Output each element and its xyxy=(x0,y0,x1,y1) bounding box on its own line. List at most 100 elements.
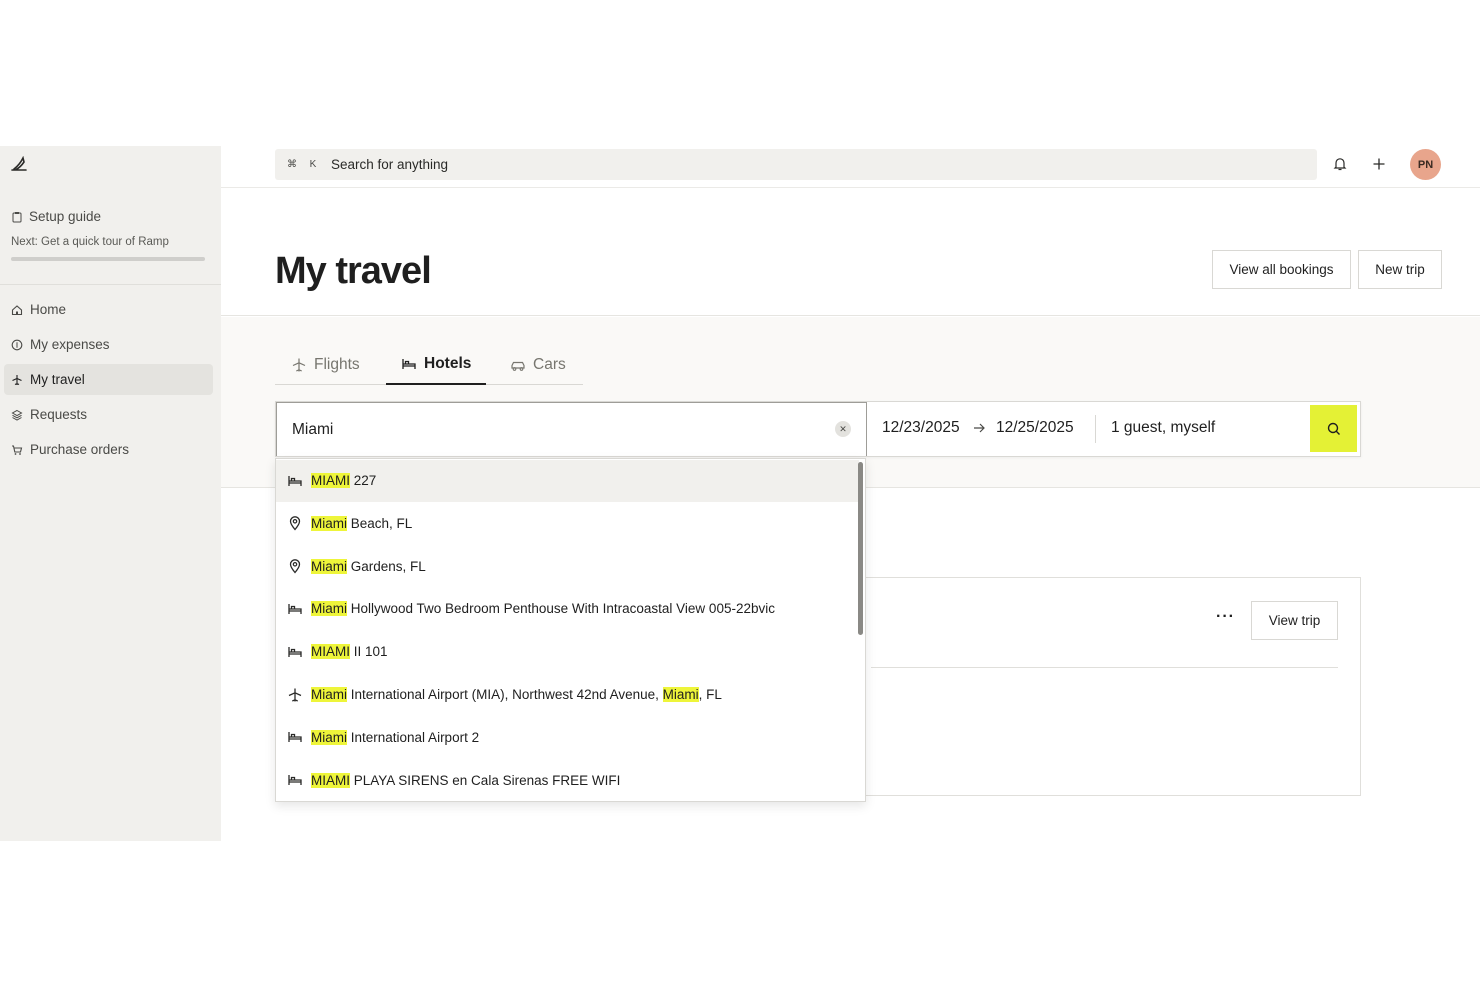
bed-icon xyxy=(402,358,416,369)
match-highlight: Miami xyxy=(311,558,347,574)
suggestion-item[interactable]: Miami Hollywood Two Bedroom Penthouse Wi… xyxy=(276,588,859,630)
setup-guide-link[interactable]: Setup guide xyxy=(11,209,101,224)
tab-label: Flights xyxy=(314,355,360,373)
tab-cars[interactable]: Cars xyxy=(510,344,566,385)
sidebar-nav: Home My expenses My travel Requests Purc… xyxy=(4,294,213,469)
sidebar-item-label: Home xyxy=(30,302,67,317)
suggestion-item[interactable]: Miami Beach, FL xyxy=(276,502,859,544)
search-placeholder: Search for anything xyxy=(331,157,449,172)
suggestion-label: Miami International Airport (MIA), North… xyxy=(311,687,722,702)
car-icon xyxy=(511,361,525,371)
suggestion-label: Miami Beach, FL xyxy=(311,515,413,531)
match-highlight: Miami xyxy=(311,601,347,617)
suggestion-text: , FL xyxy=(698,687,722,702)
bed-icon xyxy=(288,646,302,657)
match-highlight: MIAMI xyxy=(311,644,350,660)
dollar-circle-icon xyxy=(11,339,23,350)
tab-hotels[interactable]: Hotels xyxy=(386,344,487,385)
setup-next-step: Next: Get a quick tour of Ramp xyxy=(11,236,169,248)
search-icon xyxy=(1327,422,1340,435)
guests-field[interactable]: 1 guest, myself xyxy=(1111,419,1215,437)
sidebar-divider xyxy=(0,284,221,285)
match-highlight: Miami xyxy=(662,687,699,702)
setup-guide-label: Setup guide xyxy=(29,209,102,224)
sidebar-item-requests[interactable]: Requests xyxy=(4,399,213,430)
match-highlight: MIAMI xyxy=(311,473,350,488)
sidebar-item-my-travel[interactable]: My travel xyxy=(4,364,213,395)
global-search[interactable]: ⌘ K Search for anything xyxy=(275,149,1317,180)
suggestion-item[interactable]: MIAMI 227 xyxy=(276,459,859,502)
suggestion-text: II 101 xyxy=(350,644,388,660)
search-button[interactable] xyxy=(1310,405,1357,452)
bed-icon xyxy=(288,475,302,486)
sidebar-item-label: Purchase orders xyxy=(30,442,130,457)
top-bar: ⌘ K Search for anything PN xyxy=(221,146,1480,188)
suggestion-text: PLAYA SIRENS en Cala Sirenas FREE WIFI xyxy=(350,772,621,788)
bed-icon xyxy=(288,732,302,743)
map-pin-icon xyxy=(289,516,301,531)
ramp-logo-icon[interactable] xyxy=(11,156,29,172)
tab-flights[interactable]: Flights xyxy=(291,344,360,385)
new-trip-button[interactable]: New trip xyxy=(1358,250,1442,289)
suggestion-text: Gardens, FL xyxy=(347,558,426,574)
suggestion-text: Hollywood Two Bedroom Penthouse With Int… xyxy=(347,601,775,617)
plane-icon xyxy=(288,688,302,702)
suggestion-item[interactable]: MIAMI II 101 xyxy=(276,631,859,673)
hotel-search-form: Miami ✕ 12/23/2025 12/25/2025 1 guest, m… xyxy=(275,401,1361,457)
setup-progress-bar xyxy=(11,257,205,261)
bell-icon[interactable] xyxy=(1331,155,1349,173)
page-title: My travel xyxy=(275,250,432,292)
sidebar-item-label: Requests xyxy=(30,407,88,422)
sidebar: Setup guide Next: Get a quick tour of Ra… xyxy=(0,146,221,841)
scrollbar[interactable] xyxy=(858,462,863,635)
field-divider xyxy=(1095,415,1096,443)
match-highlight: Miami xyxy=(311,687,347,702)
match-highlight: Miami xyxy=(311,515,347,531)
bed-icon xyxy=(288,603,302,614)
check-in-date[interactable]: 12/23/2025 xyxy=(882,419,960,437)
app-window: Setup guide Next: Get a quick tour of Ra… xyxy=(0,146,1480,841)
suggestion-text: 227 xyxy=(350,473,377,488)
avatar[interactable]: PN xyxy=(1410,149,1441,180)
plane-icon xyxy=(12,374,22,385)
suggestion-item[interactable]: MIAMI PLAYA SIRENS en Cala Sirenas FREE … xyxy=(276,759,859,801)
location-suggestions: MIAMI PLAYA SIRENS en Cala Sirenas FREE … xyxy=(275,458,866,802)
suggestion-item[interactable]: Miami Gardens, FL xyxy=(276,545,859,587)
match-highlight: MIAMI xyxy=(311,772,350,788)
sidebar-item-label: My expenses xyxy=(30,337,110,352)
bed-icon xyxy=(288,775,302,786)
clear-icon[interactable]: ✕ xyxy=(835,421,851,437)
sidebar-item-label: My travel xyxy=(30,372,85,387)
tab-label: Cars xyxy=(533,355,566,373)
kbd-k: K xyxy=(309,159,317,170)
suggestion-label: MIAMI PLAYA SIRENS en Cala Sirenas FREE … xyxy=(311,772,621,788)
location-value: Miami xyxy=(292,420,334,438)
cart-icon xyxy=(12,444,23,455)
suggestion-label: MIAMI 227 xyxy=(311,473,376,488)
plus-icon[interactable] xyxy=(1370,155,1388,173)
suggestion-text: International Airport 2 xyxy=(347,729,480,745)
travel-tabs: Flights Hotels Cars xyxy=(275,344,583,385)
home-icon xyxy=(11,304,23,315)
more-options-button[interactable]: ··· xyxy=(1216,608,1235,626)
arrow-right-icon xyxy=(974,423,985,433)
tab-label: Hotels xyxy=(424,354,472,372)
view-trip-button[interactable]: View trip xyxy=(1251,601,1338,640)
location-input[interactable]: Miami xyxy=(276,402,867,456)
suggestion-item[interactable]: Miami International Airport (MIA), North… xyxy=(276,674,859,716)
map-pin-icon xyxy=(289,559,301,574)
suggestion-label: Miami International Airport 2 xyxy=(311,729,480,745)
suggestion-label: Miami Gardens, FL xyxy=(311,558,426,574)
sidebar-item-purchase-orders[interactable]: Purchase orders xyxy=(4,434,213,465)
view-all-bookings-button[interactable]: View all bookings xyxy=(1212,250,1351,289)
page-header: My travel View all bookings New trip xyxy=(221,188,1480,316)
kbd-cmd: ⌘ xyxy=(287,159,297,170)
suggestion-text: International Airport (MIA), Northwest 4… xyxy=(347,687,663,702)
suggestion-item[interactable]: Miami International Airport 2 xyxy=(276,716,859,758)
check-out-date[interactable]: 12/25/2025 xyxy=(996,419,1074,437)
sidebar-item-my-expenses[interactable]: My expenses xyxy=(4,329,213,360)
suggestion-text: Beach, FL xyxy=(347,515,413,531)
sidebar-item-home[interactable]: Home xyxy=(4,294,213,325)
suggestion-label: Miami Hollywood Two Bedroom Penthouse Wi… xyxy=(311,601,775,617)
card-divider xyxy=(871,667,1338,668)
